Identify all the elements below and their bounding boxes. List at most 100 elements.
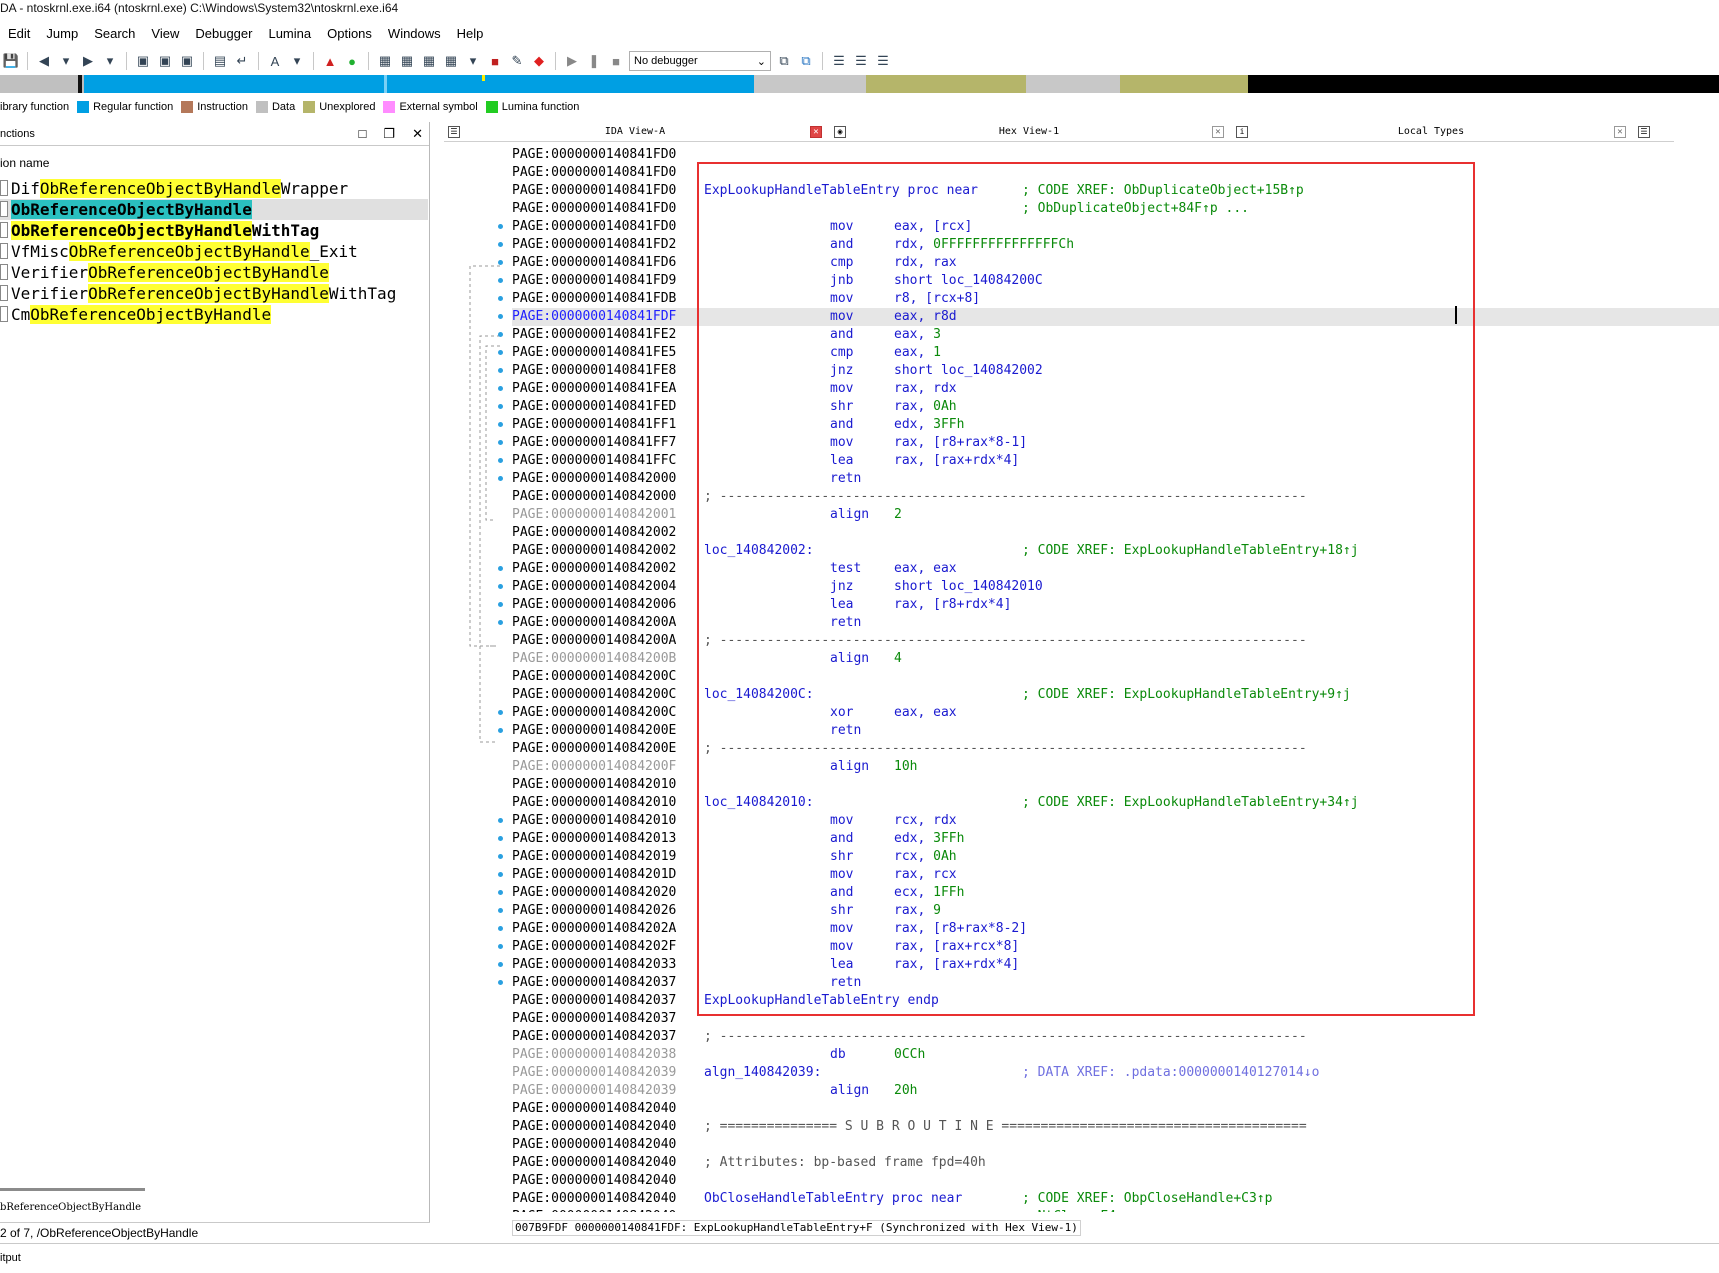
disasm-line[interactable]: PAGE:0000000140842013 and edx, 3FFh — [512, 830, 1719, 848]
disasm-operands[interactable]: eax, eax — [894, 560, 957, 578]
disasm-operands[interactable]: short loc_14084200C — [894, 272, 1043, 290]
disasm-line[interactable]: PAGE:0000000140841FD9 jnb short loc_140842… — [512, 272, 1719, 290]
function-list-item[interactable]: VfMiscObReferenceObjectByHandle_Exit — [0, 241, 428, 262]
menu-jump[interactable]: Jump — [38, 24, 86, 44]
disasm-line[interactable]: PAGE:0000000140842010 loc_140842010: ; COD… — [512, 794, 1719, 812]
graph-icon[interactable]: ▤ — [211, 52, 229, 70]
disasm-operands[interactable]: rax, rcx — [894, 866, 957, 884]
breakpoint-dot[interactable] — [498, 350, 503, 355]
dropdown-arrow-icon[interactable]: ▾ — [57, 52, 75, 70]
breakpoint-dot[interactable] — [498, 872, 503, 877]
close-icon[interactable]: ✕ — [412, 126, 423, 141]
disasm-operands[interactable]: eax, eax — [894, 704, 957, 722]
list-add-icon[interactable]: ☰ — [852, 52, 870, 70]
function-list-item[interactable]: ObReferenceObjectByHandle — [0, 199, 428, 220]
disasm-line[interactable]: PAGE:0000000140841FD0 — [512, 146, 1719, 164]
menu-windows[interactable]: Windows — [380, 24, 449, 44]
disasm-line[interactable]: PAGE:0000000140841FE5 cmp eax, 1 — [512, 344, 1719, 362]
disasm-operands[interactable]: short loc_140842010 — [894, 578, 1043, 596]
disasm-operands[interactable]: rcx, 0Ah — [894, 848, 957, 866]
horizontal-scrollbar[interactable] — [0, 1188, 145, 1191]
tab-extra[interactable]: ☰ — [1634, 122, 1674, 142]
function-list-item[interactable]: CmObReferenceObjectByHandle — [0, 304, 428, 325]
disasm-label[interactable]: ExpLookupHandleTableEntry proc near — [704, 182, 978, 200]
close-icon[interactable]: ✕ — [1614, 125, 1626, 138]
breakpoint-dot[interactable] — [498, 278, 503, 283]
breakpoint-dot[interactable] — [498, 440, 503, 445]
disasm-line[interactable]: PAGE:000000014084201D mov rax, rcx — [512, 866, 1719, 884]
disasm-line[interactable]: PAGE:0000000140841FD0 ExpLookupHandleTabl… — [512, 182, 1719, 200]
disasm-line[interactable]: PAGE:0000000140842037 ExpLookupHandleTabl… — [512, 992, 1719, 1010]
disasm-line[interactable]: PAGE:0000000140842037 ; -----------------… — [512, 1028, 1719, 1046]
breakpoint-dot[interactable] — [498, 728, 503, 733]
menu-help[interactable]: Help — [449, 24, 492, 44]
play-icon[interactable]: ▶ — [563, 52, 581, 70]
text-search-icon[interactable]: ▣ — [156, 52, 174, 70]
disasm-label[interactable]: loc_140842002: — [704, 542, 814, 560]
disasm-label[interactable]: ObCloseHandleTableEntry proc near — [704, 1190, 962, 1208]
close-icon[interactable]: ✕ — [1212, 125, 1224, 138]
disasm-line[interactable]: PAGE:0000000140841FF1 and edx, 3FFh — [512, 416, 1719, 434]
breakpoint-dot[interactable] — [498, 224, 503, 229]
list-remove-icon[interactable]: ☰ — [874, 52, 892, 70]
disasm-operands[interactable]: eax, 3 — [894, 326, 941, 344]
function-list-item[interactable]: DifObReferenceObjectByHandleWrapper — [0, 178, 428, 199]
breakpoint-dot[interactable] — [498, 386, 503, 391]
disasm-operands[interactable]: 10h — [894, 758, 917, 776]
disasm-line[interactable]: PAGE:0000000140841FF7 mov rax, [r8+rax*8-1… — [512, 434, 1719, 452]
menu-search[interactable]: Search — [86, 24, 143, 44]
immediate-search-icon[interactable]: ▣ — [178, 52, 196, 70]
disasm-operands[interactable]: short loc_140842002 — [894, 362, 1043, 380]
breakpoint-icon[interactable]: ■ — [486, 52, 504, 70]
breakpoint-dot[interactable] — [498, 890, 503, 895]
menu-edit[interactable]: Edit — [0, 24, 38, 44]
structures-icon[interactable]: ▦ — [398, 52, 416, 70]
disasm-label[interactable]: algn_140842039: — [704, 1064, 821, 1082]
disasm-line[interactable]: PAGE:0000000140842037 — [512, 1010, 1719, 1028]
breakpoint-dot[interactable] — [498, 314, 503, 319]
names-icon[interactable]: ▦ — [442, 52, 460, 70]
disasm-line[interactable]: PAGE:0000000140842002 — [512, 524, 1719, 542]
disasm-line[interactable]: PAGE:0000000140841FDF mov eax, r8d — [512, 308, 1719, 326]
disasm-line[interactable]: PAGE:0000000140842040 — [512, 1136, 1719, 1154]
disasm-label[interactable]: loc_140842010: — [704, 794, 814, 812]
disasm-line[interactable]: PAGE:0000000140841FD0 ; ObDuplicateObject… — [512, 200, 1719, 218]
disasm-line[interactable]: PAGE:0000000140842033 lea rax, [rax+rdx*4] — [512, 956, 1719, 974]
disasm-line[interactable]: PAGE:0000000140841FD0 mov eax, [rcx] — [512, 218, 1719, 236]
disasm-operands[interactable]: 20h — [894, 1082, 917, 1100]
jump-icon[interactable]: ↵ — [233, 52, 251, 70]
breakpoint-dot[interactable] — [498, 944, 503, 949]
disasm-line[interactable]: PAGE:0000000140842038 db 0CCh — [512, 1046, 1719, 1064]
disasm-operands[interactable]: rax, [r8+rdx*4] — [894, 596, 1011, 614]
disasm-operands[interactable]: rax, [r8+rax*8-1] — [894, 434, 1027, 452]
close-icon[interactable]: ✕ — [810, 125, 822, 138]
menu-lumina[interactable]: Lumina — [260, 24, 319, 44]
disasm-line[interactable]: PAGE:000000014084202F mov rax, [rax+rcx*8] — [512, 938, 1719, 956]
back-icon[interactable]: ◀ — [35, 52, 53, 70]
disasm-line[interactable]: PAGE:0000000140842004 jnz short loc_140842… — [512, 578, 1719, 596]
disasm-operands[interactable]: rax, rdx — [894, 380, 957, 398]
save-icon[interactable]: 💾 — [2, 52, 20, 70]
function-list-item[interactable]: VerifierObReferenceObjectByHandle — [0, 262, 428, 283]
breakpoint-dot[interactable] — [498, 962, 503, 967]
disasm-operands[interactable]: rcx, rdx — [894, 812, 957, 830]
breakpoint-dot[interactable] — [498, 404, 503, 409]
disasm-line[interactable]: PAGE:0000000140842010 — [512, 776, 1719, 794]
disasm-operands[interactable]: rax, [rax+rdx*4] — [894, 956, 1019, 974]
disasm-line[interactable]: PAGE:0000000140842006 lea rax, [r8+rdx*4] — [512, 596, 1719, 614]
dropdown-arrow-icon[interactable]: ▾ — [101, 52, 119, 70]
pause-icon[interactable]: ❚ — [585, 52, 603, 70]
run-script-icon[interactable]: ● — [343, 52, 361, 70]
enums-icon[interactable]: ▦ — [420, 52, 438, 70]
disasm-line[interactable]: PAGE:0000000140842001 align 2 — [512, 506, 1719, 524]
tab-local-types[interactable]: i Local Types ✕ — [1232, 122, 1634, 142]
navigation-band[interactable] — [0, 75, 1719, 93]
maximize-icon[interactable]: □ — [358, 126, 366, 141]
patch-icon[interactable]: ✎ — [508, 52, 526, 70]
tab-hex-view-1[interactable]: ◉ Hex View-1 ✕ — [830, 122, 1232, 142]
disasm-label[interactable]: ExpLookupHandleTableEntry endp — [704, 992, 939, 1010]
attach-icon[interactable]: ⧉ — [775, 52, 793, 70]
disasm-operands[interactable]: eax, [rcx] — [894, 218, 972, 236]
disasm-operands[interactable]: edx, 3FFh — [894, 416, 964, 434]
disasm-line[interactable]: PAGE:000000014084200C xor eax, eax — [512, 704, 1719, 722]
